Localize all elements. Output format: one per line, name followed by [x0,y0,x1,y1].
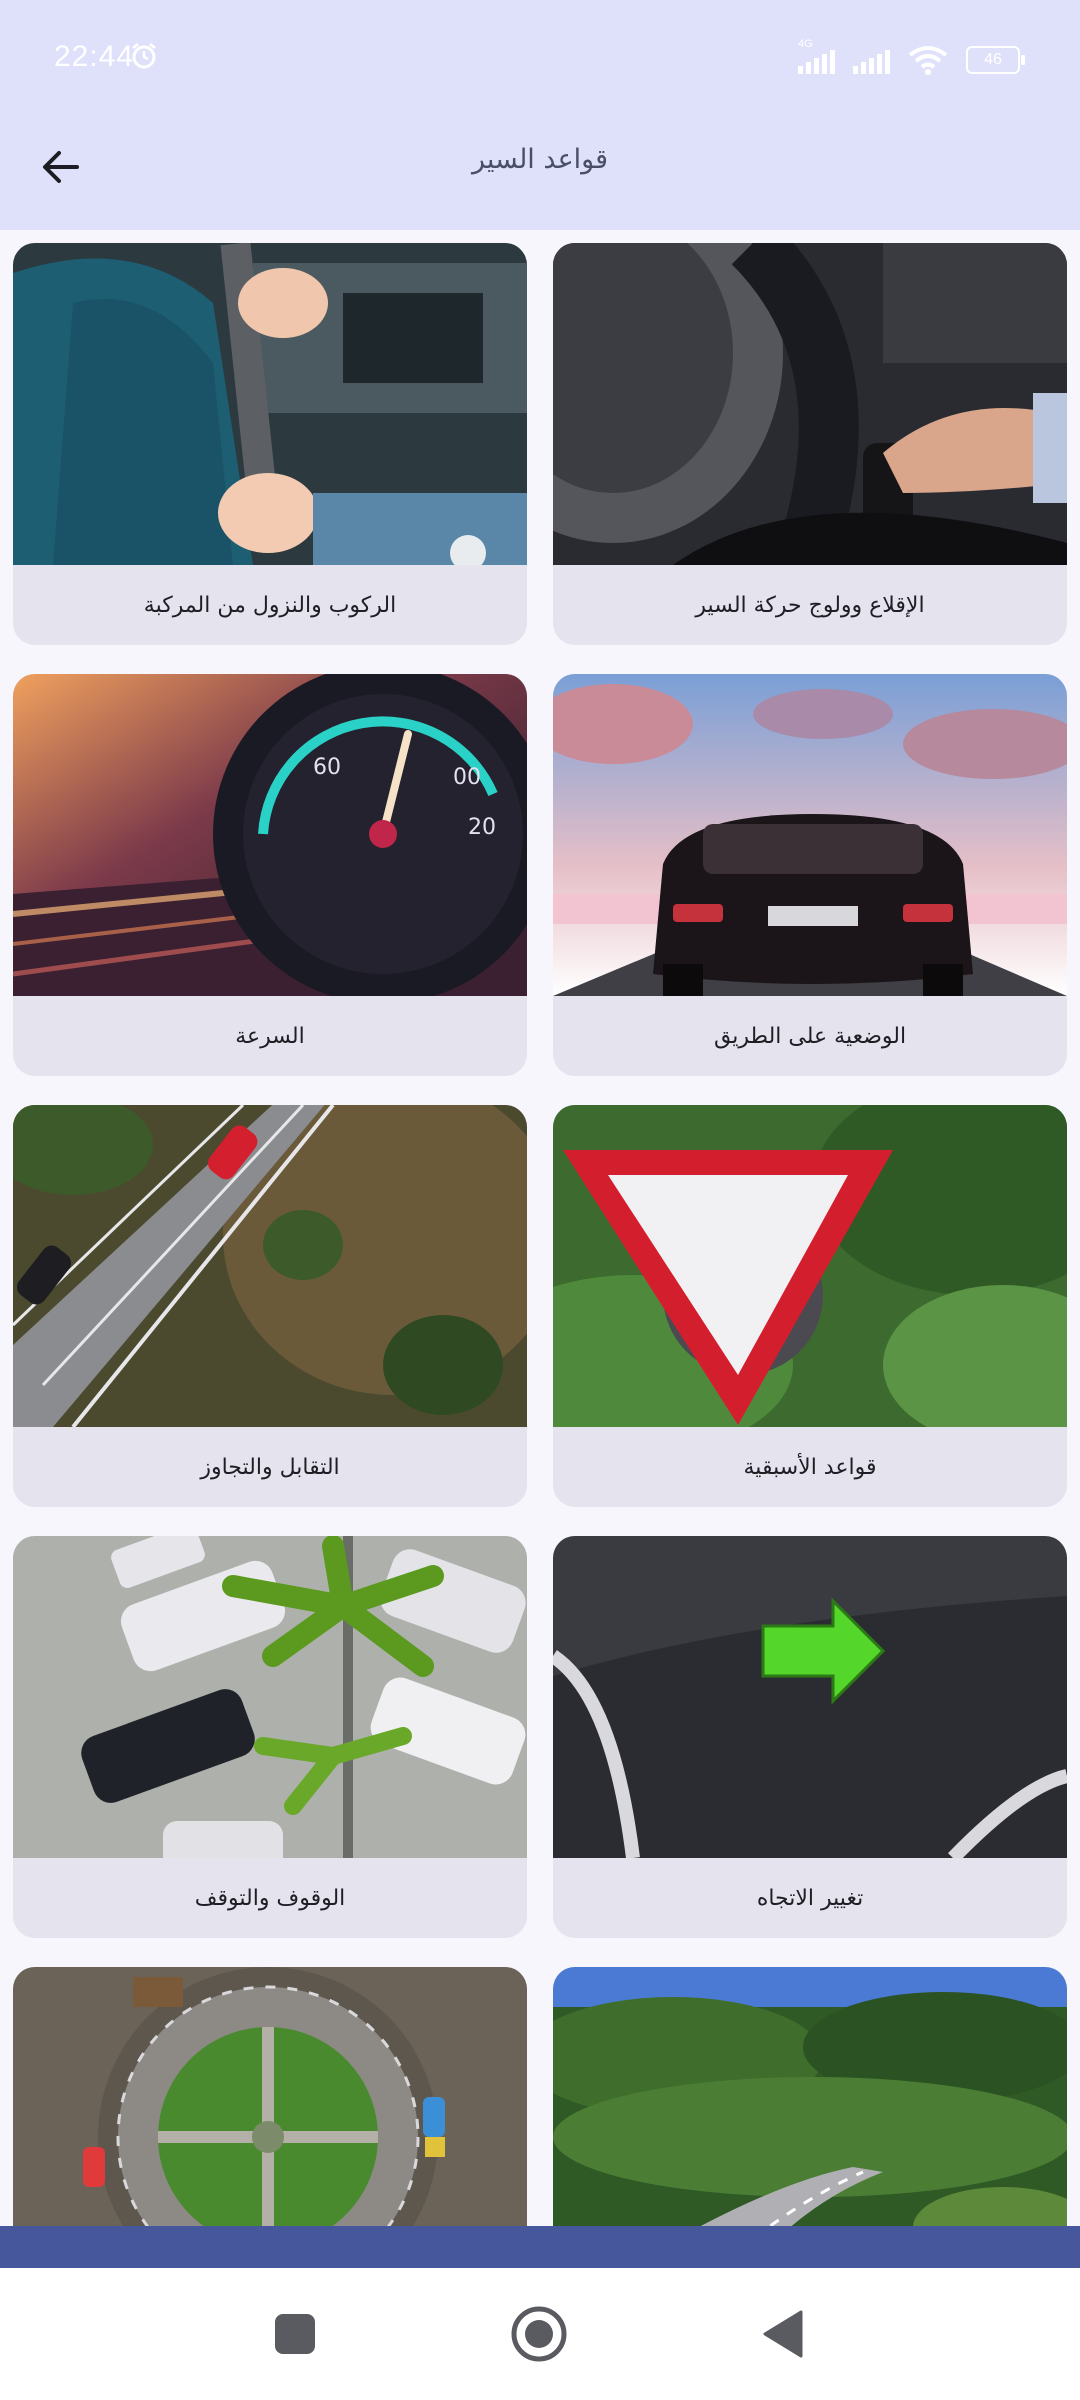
topic-card[interactable]: التقابل والتجاوز [13,1105,527,1507]
status-icons: 4G 46 [798,38,1025,80]
card-image [13,1536,527,1858]
network-type-label: 4G [798,38,813,50]
topic-card[interactable] [553,1967,1067,2226]
card-image [13,243,527,565]
card-label: الوقوف والتوقف [194,1885,346,1911]
triangle-back-icon [763,2310,803,2358]
card-label: الوضعية على الطريق [713,1023,907,1049]
card-label: الإقلاع وولوج حركة السير [695,592,925,618]
topic-card[interactable]: قواعد الأسبقية [553,1105,1067,1507]
status-time: 22:44 [54,40,135,73]
card-image [553,243,1067,565]
card-image [553,1105,1067,1427]
signal-icon [853,46,890,74]
svg-text:00: 00 [453,765,481,790]
card-label: التقابل والتجاوز [200,1454,340,1480]
svg-text:60: 60 [313,755,341,780]
svg-text:20: 20 [468,815,496,840]
home-button[interactable] [507,2302,571,2366]
card-label: تغيير الاتجاه [756,1885,864,1911]
status-bar: 22:44 4G 46 [0,0,1080,122]
card-image [553,1536,1067,1858]
app-bar: قواعد السير [0,122,1080,230]
wifi-icon [908,46,948,75]
signal-icon: 4G [798,38,835,74]
card-label: الركوب والنزول من المركبة [143,592,397,618]
card-label: قواعد الأسبقية [743,1454,877,1480]
topic-card[interactable]: الإقلاع وولوج حركة السير [553,243,1067,645]
recent-apps-button[interactable] [263,2302,327,2366]
topic-card[interactable] [13,1967,527,2226]
card-image [553,1967,1067,2226]
back-nav-button[interactable] [751,2302,815,2366]
alarm-icon [132,42,156,69]
topics-grid: الإقلاع وولوج حركة السير الركوب والنزول … [0,230,1080,2226]
page-title: قواعد السير [471,144,609,175]
card-image [13,1105,527,1427]
topic-card[interactable]: الركوب والنزول من المركبة [13,243,527,645]
system-nav-bar [0,2268,1080,2400]
square-icon [275,2314,315,2354]
card-label: السرعة [235,1023,305,1049]
topic-card[interactable]: تغيير الاتجاه [553,1536,1067,1938]
card-image: 60 00 20 [13,674,527,996]
topic-card[interactable]: الوضعية على الطريق [553,674,1067,1076]
bottom-app-strip [0,2226,1080,2268]
topic-card[interactable]: 60 00 20 السرعة [13,674,527,1076]
topic-card[interactable]: الوقوف والتوقف [13,1536,527,1938]
card-image [13,1967,527,2226]
battery-level: 46 [984,51,1002,68]
circle-home-icon [511,2306,567,2362]
battery-icon: 46 [966,46,1025,74]
card-image [553,674,1067,996]
